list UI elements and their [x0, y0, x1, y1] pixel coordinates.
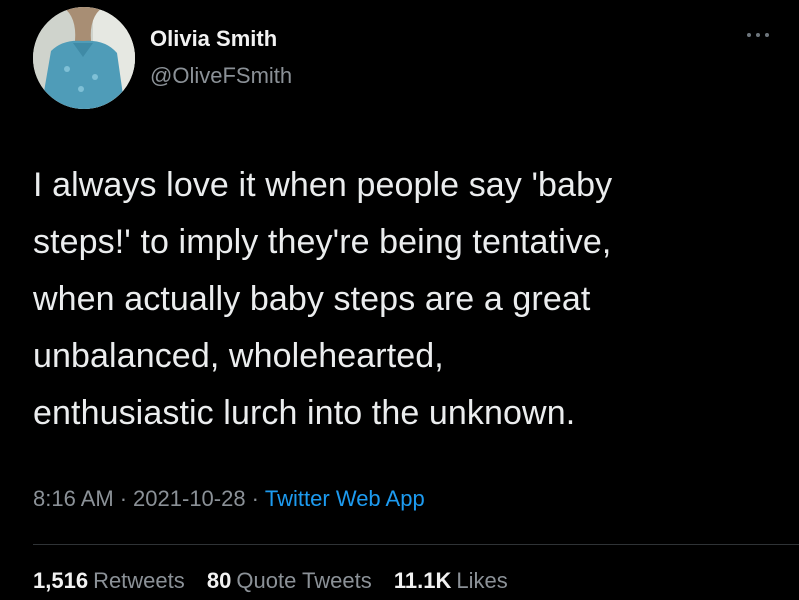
- more-dot: [756, 33, 760, 37]
- retweets-stat[interactable]: 1,516 Retweets: [33, 568, 185, 593]
- quote-tweets-count: 80: [206, 568, 232, 593]
- meta-separator: ·: [251, 486, 259, 511]
- more-dot: [765, 33, 769, 37]
- tweet-date[interactable]: 2021-10-28: [133, 486, 246, 511]
- quote-tweets-label: Quote Tweets: [236, 568, 372, 593]
- meta-separator: ·: [119, 486, 128, 511]
- likes-stat[interactable]: 11.1K Likes: [394, 568, 508, 593]
- more-options-icon[interactable]: [744, 28, 774, 42]
- tweet-line: when actually baby steps are a great: [33, 280, 591, 318]
- author-name[interactable]: Olivia Smith: [150, 26, 277, 52]
- tweet-line: I always love it when people say 'baby: [33, 166, 613, 204]
- tweet-time[interactable]: 8:16 AM: [33, 486, 114, 511]
- engagement-stats: 1,516 Retweets 80 Quote Tweets 11.1K Likes: [33, 566, 524, 596]
- tweet-meta: 8:16 AM · 2021-10-28 · Twitter Web App: [33, 484, 425, 514]
- tweet-card: Olivia Smith @OliveFSmith I always love …: [0, 0, 799, 600]
- likes-count: 11.1K: [393, 568, 452, 593]
- retweets-count: 1,516: [33, 568, 89, 593]
- more-dot: [747, 33, 751, 37]
- tweet-text: I always love it when people say 'baby s…: [33, 157, 773, 442]
- avatar-photo: [33, 7, 135, 109]
- quote-tweets-stat[interactable]: 80 Quote Tweets: [207, 568, 372, 593]
- author-avatar[interactable]: [33, 7, 135, 109]
- likes-label: Likes: [456, 568, 508, 593]
- tweet-line: enthusiastic lurch into the unknown.: [33, 394, 576, 432]
- tweet-line: steps!' to imply they're being tentative…: [33, 223, 612, 261]
- divider: [33, 544, 799, 545]
- tweet-line: unbalanced, wholehearted,: [33, 337, 444, 375]
- tweet-source-link[interactable]: Twitter Web App: [265, 486, 425, 511]
- author-handle[interactable]: @OliveFSmith: [150, 63, 292, 89]
- retweets-label: Retweets: [93, 568, 185, 593]
